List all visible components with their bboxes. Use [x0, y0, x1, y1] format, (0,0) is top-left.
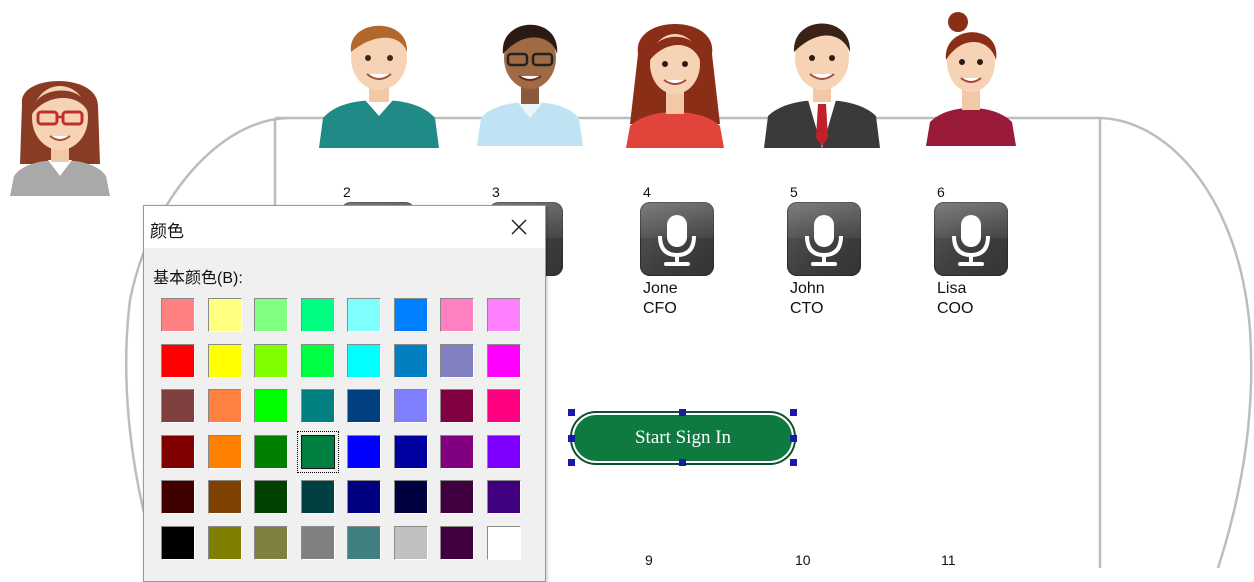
dialog-titlebar[interactable]: 颜色	[144, 206, 545, 248]
selection-handle[interactable]	[568, 459, 575, 466]
avatar-seat-3	[477, 24, 583, 146]
seat-number-11: 11	[941, 552, 956, 568]
selection-handle[interactable]	[790, 435, 797, 442]
color-swatch[interactable]	[207, 389, 242, 423]
start-sign-in-button[interactable]: Start Sign In	[572, 413, 794, 463]
canvas: 2 3 4 5 6 Jone CFO John CTO Lisa COO Sta…	[0, 0, 1254, 582]
color-swatch[interactable]	[161, 525, 195, 560]
close-icon	[511, 219, 527, 235]
seat-number-10: 10	[795, 552, 811, 568]
color-swatch[interactable]	[300, 298, 335, 332]
color-swatch[interactable]	[254, 525, 288, 560]
color-swatch[interactable]	[393, 434, 428, 469]
close-button[interactable]	[502, 212, 536, 242]
color-swatch[interactable]	[161, 298, 195, 332]
microphone-icon	[805, 215, 843, 266]
selection-handle[interactable]	[679, 459, 686, 466]
seat-5-name: John	[790, 280, 825, 297]
seat-number-9: 9	[645, 552, 653, 568]
dialog-title: 颜色	[150, 222, 184, 241]
seat-number-3: 3	[492, 184, 500, 200]
color-swatch[interactable]	[254, 298, 288, 332]
selection-handle[interactable]	[679, 409, 686, 416]
color-swatch[interactable]	[486, 480, 521, 514]
color-swatch[interactable]	[347, 343, 381, 378]
color-swatch[interactable]	[486, 343, 521, 378]
color-swatch[interactable]	[347, 434, 381, 469]
mic-button-seat-5[interactable]	[787, 202, 861, 276]
color-swatch[interactable]	[300, 389, 335, 423]
color-swatch[interactable]	[300, 343, 335, 378]
seat-6-role: COO	[937, 300, 974, 317]
color-swatch[interactable]	[393, 480, 428, 514]
color-swatch[interactable]	[207, 298, 242, 332]
color-swatch[interactable]	[440, 434, 474, 469]
color-swatch[interactable]	[254, 480, 288, 514]
selection-handle[interactable]	[568, 409, 575, 416]
color-swatch[interactable]	[296, 430, 339, 473]
color-swatch[interactable]	[393, 298, 428, 332]
color-swatch[interactable]	[440, 298, 474, 332]
color-swatch[interactable]	[161, 389, 195, 423]
color-swatch[interactable]	[486, 434, 521, 469]
basic-colors-label: 基本颜色(B):	[153, 270, 243, 287]
color-swatch[interactable]	[440, 343, 474, 378]
color-swatch[interactable]	[393, 343, 428, 378]
presenter-avatar	[10, 81, 110, 196]
seat-number-5: 5	[790, 184, 798, 200]
mic-button-seat-6[interactable]	[934, 202, 1008, 276]
color-swatch[interactable]	[300, 480, 335, 514]
color-swatch[interactable]	[254, 389, 288, 423]
selection-handle[interactable]	[790, 409, 797, 416]
color-swatch[interactable]	[347, 525, 381, 560]
color-swatch[interactable]	[254, 343, 288, 378]
seat-number-2: 2	[343, 184, 351, 200]
color-swatch[interactable]	[486, 298, 521, 332]
microphone-icon	[952, 215, 990, 266]
color-swatch[interactable]	[486, 389, 521, 423]
selection-handle[interactable]	[568, 435, 575, 442]
color-swatch[interactable]	[440, 389, 474, 423]
color-swatch[interactable]	[440, 480, 474, 514]
color-swatch[interactable]	[207, 434, 242, 469]
seat-4-role: CFO	[643, 300, 677, 317]
color-swatch[interactable]	[161, 434, 195, 469]
color-swatch[interactable]	[254, 434, 288, 469]
color-swatch[interactable]	[207, 525, 242, 560]
avatar-seat-6	[926, 12, 1016, 146]
color-swatch[interactable]	[393, 525, 428, 560]
color-swatch[interactable]	[486, 525, 521, 560]
color-swatch[interactable]	[207, 480, 242, 514]
color-swatch[interactable]	[300, 525, 335, 560]
color-swatch[interactable]	[161, 480, 195, 514]
color-swatch[interactable]	[393, 389, 428, 423]
color-swatch[interactable]	[207, 343, 242, 378]
selection-handle[interactable]	[790, 459, 797, 466]
color-swatch[interactable]	[347, 480, 381, 514]
avatar-seat-2	[319, 25, 439, 148]
seat-6-name: Lisa	[937, 280, 967, 297]
microphone-icon	[658, 215, 696, 266]
color-swatch[interactable]	[161, 343, 195, 378]
color-swatch[interactable]	[440, 525, 474, 560]
color-swatch[interactable]	[347, 298, 381, 332]
color-dialog: 颜色 基本颜色(B):	[143, 205, 546, 582]
seat-4-name: Jone	[643, 280, 678, 297]
seat-number-6: 6	[937, 184, 945, 200]
seat-number-4: 4	[643, 184, 651, 200]
mic-button-seat-4[interactable]	[640, 202, 714, 276]
color-swatch[interactable]	[347, 389, 381, 423]
avatar-seat-5	[764, 23, 880, 148]
seat-5-role: CTO	[790, 300, 824, 317]
avatar-seat-4	[626, 24, 724, 148]
